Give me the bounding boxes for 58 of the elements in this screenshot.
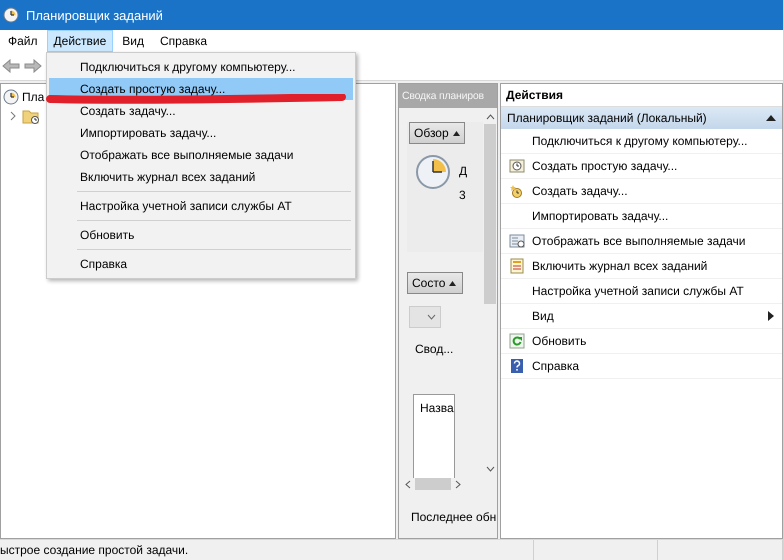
caret-up-icon <box>452 130 460 136</box>
action-item[interactable]: Включить журнал всех заданий <box>501 254 782 279</box>
submenu-arrow-icon <box>768 311 774 321</box>
window-title: Планировщик заданий <box>26 8 163 22</box>
pane-header: Сводка планиров <box>399 84 497 108</box>
menu-item[interactable]: Отображать все выполняемые задачи <box>49 144 353 166</box>
action-item[interactable]: Подключиться к другому компьютеру... <box>501 129 782 154</box>
action-item[interactable]: Отображать все выполняемые задачи <box>501 229 782 254</box>
status-text: ыстрое создание простой задачи. <box>0 540 534 560</box>
menu-item[interactable]: Подключиться к другому компьютеру... <box>49 56 353 78</box>
button-label: Состо <box>412 276 446 290</box>
clock-icon <box>415 154 451 190</box>
status-summary: Свод... <box>414 342 454 356</box>
task-list-icon <box>508 233 524 249</box>
tree-item[interactable]: Пла <box>22 90 44 104</box>
action-item[interactable]: Вид <box>501 304 782 329</box>
section-header[interactable]: Планировщик заданий (Локальный) <box>501 107 782 129</box>
overview-button[interactable]: Обзор <box>409 122 465 144</box>
back-arrow-icon <box>2 58 20 74</box>
column-header: Назва <box>420 401 454 415</box>
menu-item[interactable]: Создать задачу... <box>49 100 353 122</box>
menu-item[interactable]: Вид <box>115 30 151 52</box>
help-icon <box>508 358 524 374</box>
forward-arrow-icon <box>24 58 42 74</box>
menu-item[interactable]: Включить журнал всех заданий <box>49 166 353 188</box>
menu-item[interactable]: Справка <box>49 253 353 275</box>
menu-item[interactable]: Справка <box>153 30 214 52</box>
menu-item[interactable]: Импортировать задачу... <box>49 122 353 144</box>
folder-clock-icon <box>22 108 40 124</box>
menu-item[interactable]: Действие <box>46 30 114 52</box>
action-item[interactable]: Настройка учетной записи службы AT <box>501 279 782 304</box>
caret-up-icon <box>449 280 456 286</box>
scroll-down-icon <box>486 466 494 472</box>
calendar-clock-icon <box>508 158 524 174</box>
scroll-up-icon <box>486 114 494 120</box>
scroll-right-icon <box>455 480 461 488</box>
log-icon <box>508 258 524 274</box>
refresh-icon <box>508 333 524 349</box>
action-item[interactable]: Обновить <box>501 329 782 354</box>
last-updated-text: Последнее обн <box>410 509 497 526</box>
menu-item[interactable]: Файл <box>1 30 45 52</box>
action-item[interactable]: Справка <box>501 354 782 379</box>
menu-item[interactable]: Настройка учетной записи службы AT <box>49 195 353 217</box>
scroll-left-icon <box>405 480 411 488</box>
clock-star-icon <box>508 183 524 199</box>
clock-icon <box>3 88 19 104</box>
overview-text: Д <box>459 164 468 178</box>
overview-text: 3 <box>459 188 467 202</box>
clock-icon <box>3 7 19 23</box>
chevron-down-icon <box>427 314 436 320</box>
action-item[interactable]: Импортировать задачу... <box>501 204 782 229</box>
section-title: Планировщик заданий (Локальный) <box>507 111 707 125</box>
period-dropdown[interactable] <box>409 306 441 328</box>
action-item[interactable]: Создать простую задачу... <box>501 154 782 179</box>
button-label: Обзор <box>414 126 449 140</box>
menu-item[interactable]: Обновить <box>49 224 353 246</box>
status-button[interactable]: Состо <box>407 272 463 294</box>
action-item[interactable]: Создать задачу... <box>501 179 782 204</box>
